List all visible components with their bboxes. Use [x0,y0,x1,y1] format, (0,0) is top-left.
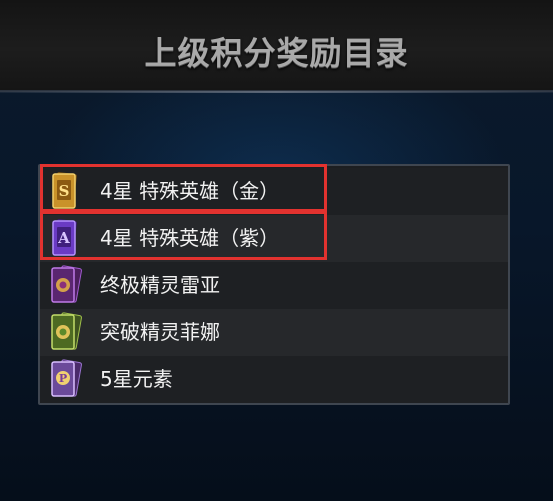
svg-text:P: P [59,372,67,385]
list-item[interactable]: 突破精灵菲娜 [40,309,508,356]
purple-a-card-icon: A [46,218,86,258]
list-item[interactable]: S 4星 特殊英雄（金） [40,168,508,215]
list-item-label: 5星元素 [100,367,173,391]
list-item[interactable]: P 5星元素 [40,356,508,403]
list-item-label: 4星 特殊英雄（金） [100,179,280,203]
purple-spirit-card-icon [46,265,86,305]
reward-list: S 4星 特殊英雄（金） A 4星 特殊英雄（紫） 终极精灵雷亚 突破精灵菲娜 … [38,164,510,405]
green-spirit-card-icon [46,312,86,352]
page-title: 上级积分奖励目录 [144,34,409,72]
list-item-label: 终极精灵雷亚 [100,273,220,297]
svg-text:S: S [59,182,70,200]
svg-text:A: A [57,229,70,247]
list-item-label: 突破精灵菲娜 [100,320,220,344]
header-bar: 上级积分奖励目录 [0,0,553,93]
list-item[interactable]: 终极精灵雷亚 [40,262,508,309]
list-item-label: 4星 特殊英雄（紫） [100,226,280,250]
list-item[interactable]: A 4星 特殊英雄（紫） [40,215,508,262]
gold-s-card-icon: S [46,171,86,211]
element-card-icon: P [46,359,86,399]
